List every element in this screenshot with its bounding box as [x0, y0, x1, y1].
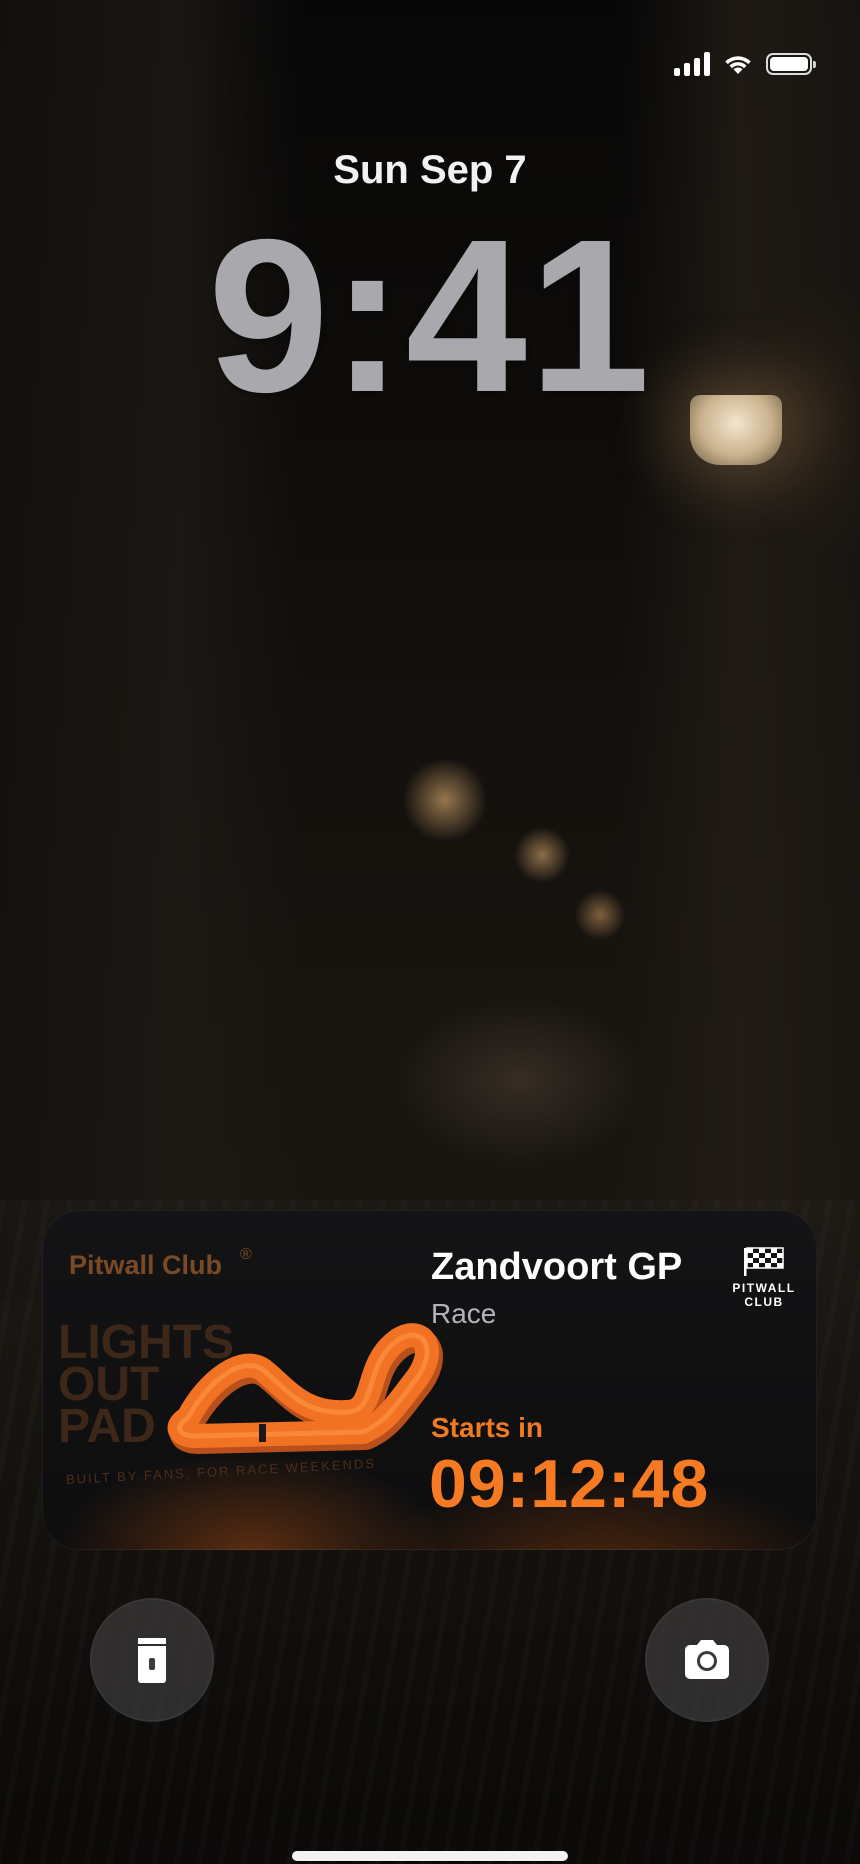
camera-button[interactable]	[645, 1598, 769, 1722]
status-bar	[674, 52, 816, 76]
home-indicator[interactable]	[292, 1851, 568, 1861]
battery-level	[770, 57, 808, 71]
starts-in-label: Starts in	[431, 1412, 544, 1443]
brand-title: Pitwall Club	[69, 1250, 223, 1280]
logo-line: PITWALL	[732, 1281, 796, 1295]
pitwall-club-logo: PITWALL CLUB	[714, 1246, 814, 1309]
cellular-signal-icon	[674, 52, 710, 76]
wifi-icon	[725, 56, 751, 74]
flashlight-icon	[138, 1638, 166, 1683]
session-type: Race	[431, 1298, 497, 1329]
lock-screen-time: 9:41	[207, 195, 653, 438]
race-countdown-widget[interactable]: Pitwall Club ® LIGHTS OUT PAD BUILT BY F…	[42, 1210, 817, 1550]
camera-icon	[685, 1640, 729, 1679]
circuit-track-icon	[167, 1323, 443, 1454]
race-name: Zandvoort GP	[431, 1246, 683, 1288]
alley-right-wall	[620, 0, 860, 1350]
flashlight-button[interactable]	[90, 1598, 214, 1722]
logo-line: CLUB	[744, 1295, 784, 1309]
battery-full-icon	[766, 53, 816, 75]
countdown-timer: 09:12:48	[429, 1446, 710, 1522]
checkered-flag-icon	[744, 1247, 784, 1276]
lock-screen-date: Sun Sep 7	[333, 148, 527, 192]
registered-mark: ®	[240, 1246, 252, 1263]
